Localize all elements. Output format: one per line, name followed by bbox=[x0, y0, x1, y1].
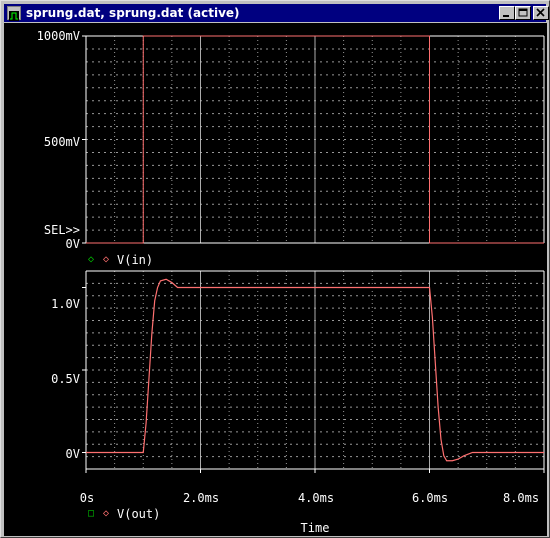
bottom-y-label-mid: 0.5V bbox=[51, 372, 80, 386]
x-tick-label-0: 0s bbox=[79, 491, 95, 505]
legend-v-out[interactable]: V(out) bbox=[117, 508, 160, 520]
minimize-icon bbox=[503, 15, 509, 17]
probe-window: sprung.dat, sprung.dat (active) 1000mV 5… bbox=[0, 0, 550, 538]
diamond-icon: ◇ bbox=[103, 254, 110, 265]
bottom-y-label-zero: 0V bbox=[65, 447, 80, 461]
plot-canvas[interactable] bbox=[4, 23, 547, 536]
selected-marker-icon-2: □ bbox=[88, 508, 95, 519]
x-tick-label-1: 2.0ms bbox=[182, 491, 220, 505]
top-y-label-zero: 0V bbox=[65, 237, 80, 251]
close-button[interactable] bbox=[533, 6, 549, 20]
maximize-button[interactable] bbox=[515, 6, 531, 20]
plot-area[interactable]: 1000mV 500mV SEL>> 0V ◇ ◇ V(in) 1.0V 0.5… bbox=[4, 23, 547, 536]
top-y-label-mid: 500mV bbox=[43, 135, 80, 149]
selected-marker-icon: ◇ bbox=[88, 254, 95, 265]
title-bar[interactable]: sprung.dat, sprung.dat (active) bbox=[4, 4, 549, 22]
x-axis-title: Time bbox=[300, 521, 330, 535]
x-tick-label-2: 4.0ms bbox=[297, 491, 335, 505]
sel-marker[interactable]: SEL>> bbox=[10, 224, 80, 236]
window-title: sprung.dat, sprung.dat (active) bbox=[26, 6, 240, 20]
square-icon: ◇ bbox=[103, 508, 110, 519]
minimize-button[interactable] bbox=[499, 6, 515, 20]
close-icon bbox=[536, 8, 545, 17]
app-icon[interactable] bbox=[7, 6, 21, 21]
legend-v-in[interactable]: V(in) bbox=[117, 254, 153, 266]
top-y-label-max: 1000mV bbox=[36, 29, 80, 43]
x-tick-label-3: 6.0ms bbox=[411, 491, 449, 505]
x-tick-label-4: 8.0ms bbox=[502, 491, 540, 505]
maximize-icon bbox=[518, 8, 528, 17]
bottom-y-label-max: 1.0V bbox=[51, 297, 80, 311]
